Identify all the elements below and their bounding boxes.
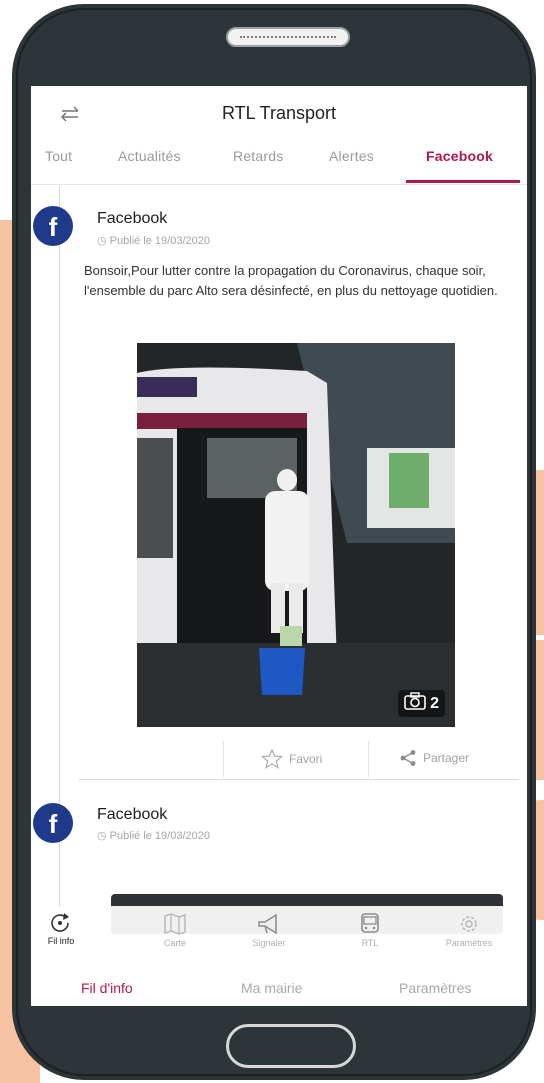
lower-nav-parametres[interactable]: Paramètres xyxy=(399,980,471,996)
page-title: RTL Transport xyxy=(221,103,337,123)
home-button[interactable] xyxy=(226,1024,356,1068)
timeline-line xyxy=(59,186,60,996)
bottom-navigation: Fil info Carte Signaler RTL Paramètres xyxy=(31,906,527,966)
share-icon xyxy=(400,750,416,766)
tab-bar: Tout Actualités Retards Alertes Facebook xyxy=(31,144,527,185)
nav-rtl[interactable]: RTL xyxy=(330,912,410,948)
nav-parametres[interactable]: Paramètres xyxy=(429,912,509,948)
post-photo[interactable]: 2 xyxy=(137,343,455,727)
post-date: ◷ Publié le 19/03/2020 xyxy=(97,235,210,247)
map-icon xyxy=(164,913,186,935)
active-tab-indicator xyxy=(406,180,520,183)
tab-tout[interactable]: Tout xyxy=(45,148,72,164)
nav-fil-info[interactable]: Fil info xyxy=(31,912,101,946)
app-screen: RTL Transport Tout Actualités Retards Al… xyxy=(31,86,527,1006)
post-actions: Favori Partager xyxy=(221,741,521,777)
lower-nav-fil-info[interactable]: Fil d'info xyxy=(81,980,133,996)
tab-alertes[interactable]: Alertes xyxy=(329,148,374,164)
favorite-button[interactable]: Favori xyxy=(261,749,322,769)
lower-nav-ma-mairie[interactable]: Ma mairie xyxy=(241,980,302,996)
secondary-navigation: Fil d'info Ma mairie Paramètres xyxy=(31,966,527,1006)
gear-icon xyxy=(461,916,477,932)
star-icon xyxy=(261,749,283,769)
post-source: Facebook xyxy=(97,806,168,823)
megaphone-icon xyxy=(258,913,277,935)
post-divider xyxy=(79,779,519,780)
nav-carte[interactable]: Carte xyxy=(135,912,215,948)
tab-actualites[interactable]: Actualités xyxy=(118,148,181,164)
phone-speaker xyxy=(226,27,350,47)
refresh-icon xyxy=(51,913,69,932)
post-date: ◷ Publié le 19/03/2020 xyxy=(97,830,210,842)
clock-icon: ◷ xyxy=(97,235,107,247)
share-button[interactable]: Partager xyxy=(399,749,469,767)
nav-signaler[interactable]: Signaler xyxy=(229,912,309,948)
camera-icon xyxy=(404,692,426,715)
post-source: Facebook xyxy=(97,210,168,227)
facebook-icon: f xyxy=(33,206,73,246)
bus-photo-illustration xyxy=(137,343,455,727)
bus-icon xyxy=(361,913,379,933)
facebook-icon: f xyxy=(33,803,73,843)
photo-count-badge: 2 xyxy=(398,690,445,717)
app-header: RTL Transport xyxy=(31,86,527,144)
tab-facebook[interactable]: Facebook xyxy=(426,148,493,164)
post-text: Bonsoir,Pour lutter contre la propagatio… xyxy=(84,263,498,298)
tab-retards[interactable]: Retards xyxy=(233,148,283,164)
clock-icon: ◷ xyxy=(97,830,107,842)
